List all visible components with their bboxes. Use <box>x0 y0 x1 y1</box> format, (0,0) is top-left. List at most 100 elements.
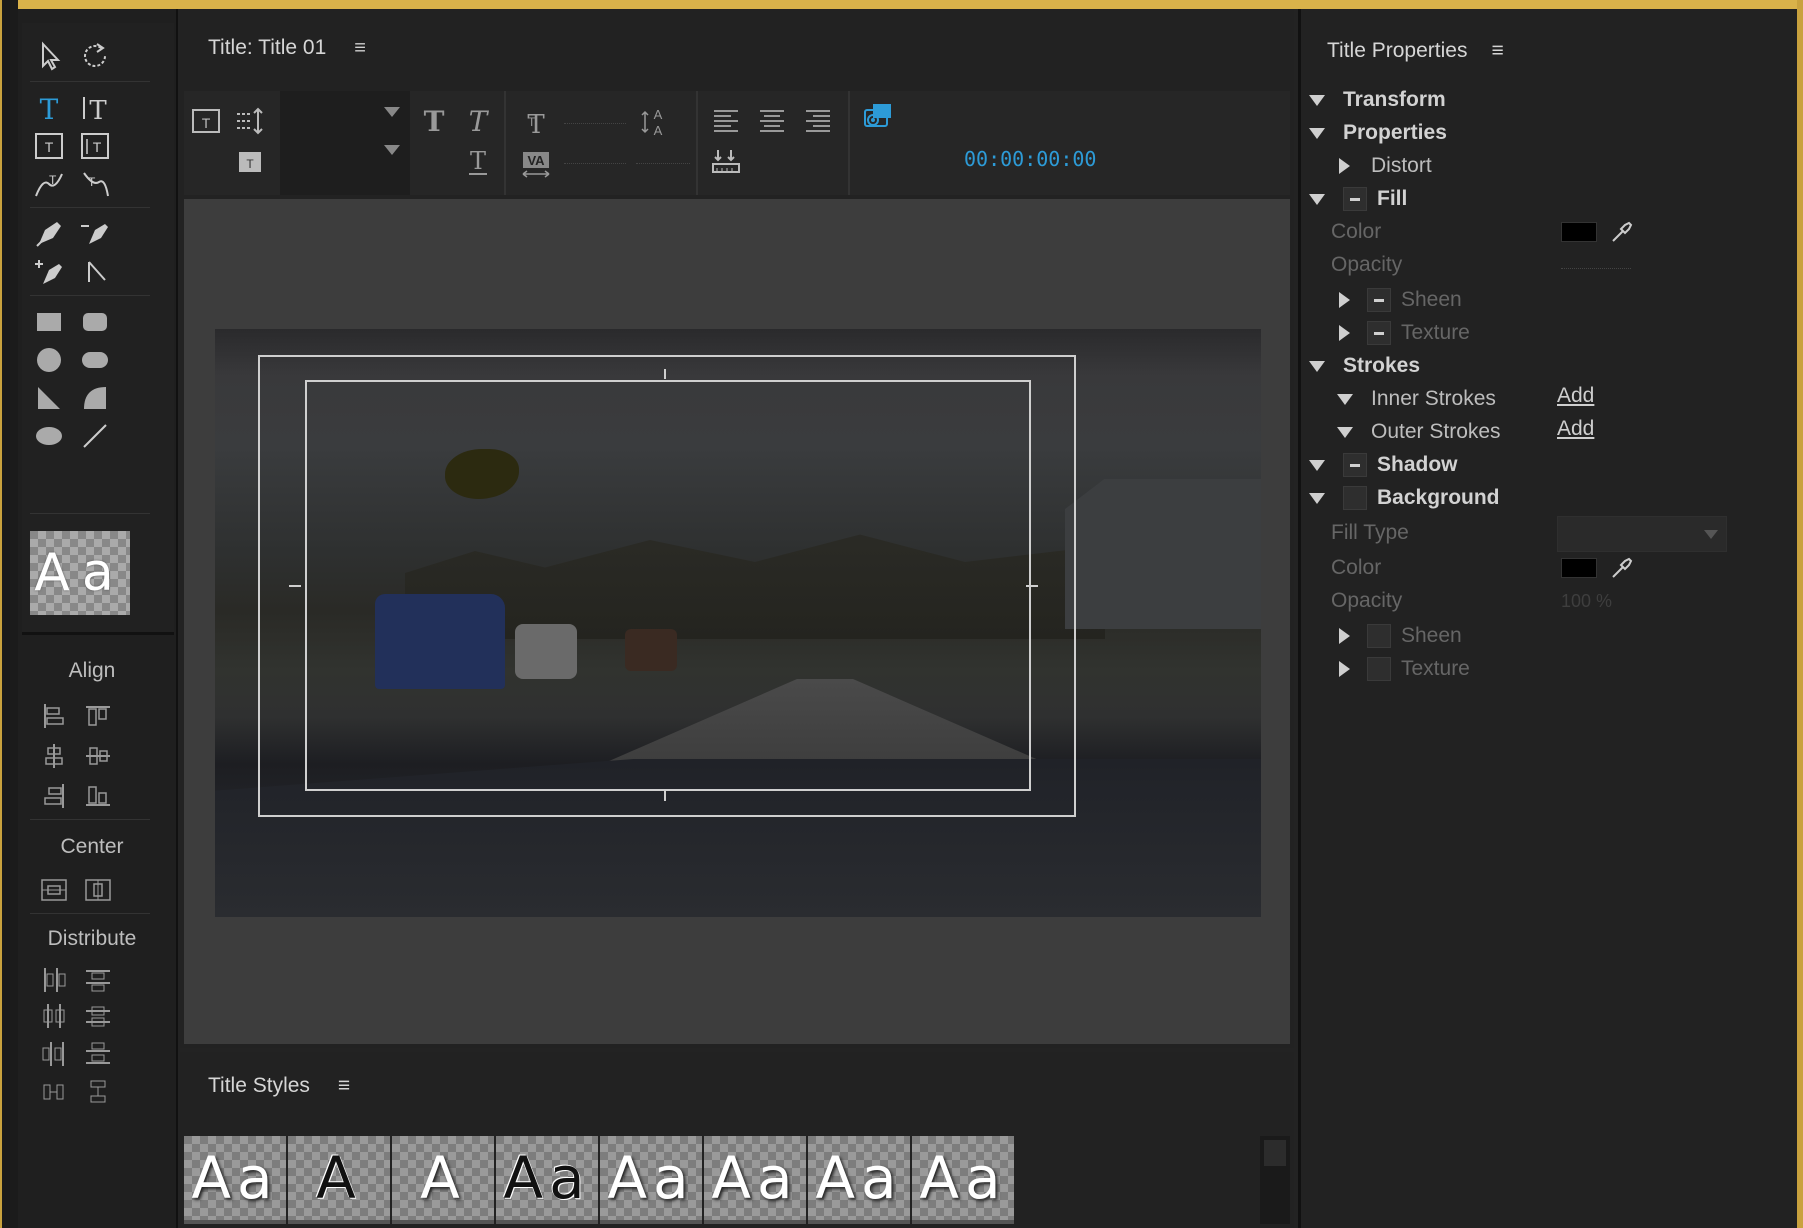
bg-sheen-row[interactable]: Sheen <box>1301 619 1800 653</box>
line-tool-icon[interactable] <box>74 417 116 455</box>
fill-checkbox[interactable] <box>1343 187 1367 211</box>
distribute-horizontal-center-icon[interactable] <box>36 999 72 1033</box>
center-vertical-icon[interactable] <box>80 873 116 907</box>
align-bottom-icon[interactable] <box>80 779 116 813</box>
transform-row[interactable]: Transform <box>1301 83 1800 117</box>
align-horizontal-center-icon[interactable] <box>36 739 72 773</box>
new-title-icon[interactable]: T <box>184 101 228 141</box>
distribute-left-icon[interactable] <box>36 963 72 997</box>
add-inner-stroke-link[interactable]: Add <box>1557 384 1594 408</box>
shadow-checkbox[interactable] <box>1343 453 1367 477</box>
bg-sheen-checkbox[interactable] <box>1367 624 1391 648</box>
add-outer-stroke-link[interactable]: Add <box>1557 417 1594 441</box>
expand-inner-strokes-icon[interactable] <box>1337 394 1353 405</box>
clipped-corner-rectangle-tool-icon[interactable] <box>28 341 70 379</box>
styles-scrollbar[interactable] <box>1260 1136 1290 1224</box>
fill-sheen-row[interactable]: Sheen <box>1301 283 1800 317</box>
type-tool-icon[interactable]: T <box>28 89 70 127</box>
bg-color-swatch[interactable] <box>1561 558 1597 578</box>
bold-icon[interactable]: T <box>412 101 456 141</box>
vertical-area-type-tool-icon[interactable]: T <box>74 127 116 165</box>
background-row[interactable]: Background <box>1301 481 1800 515</box>
expand-fill-sheen-icon[interactable] <box>1339 292 1350 308</box>
font-size-icon[interactable]: TT <box>514 103 558 143</box>
background-timecode[interactable]: 00:00:00:00 <box>964 147 1096 171</box>
bg-eyedropper-icon[interactable] <box>1609 555 1635 581</box>
distribute-top-icon[interactable] <box>80 963 116 997</box>
kerning-icon[interactable]: VA <box>514 143 558 183</box>
title-canvas[interactable] <box>184 199 1290 1044</box>
align-text-center-icon[interactable] <box>750 101 794 141</box>
fill-sheen-checkbox[interactable] <box>1367 288 1391 312</box>
convert-anchor-point-tool-icon[interactable] <box>74 253 116 291</box>
area-type-tool-icon[interactable]: T <box>28 127 70 165</box>
title-panel-menu-icon[interactable]: ≡ <box>354 37 366 60</box>
expand-bg-texture-icon[interactable] <box>1339 661 1350 677</box>
bg-texture-checkbox[interactable] <box>1367 657 1391 681</box>
fill-texture-checkbox[interactable] <box>1367 321 1391 345</box>
expand-fill-icon[interactable] <box>1309 194 1325 205</box>
scrollbar-thumb[interactable] <box>1264 1140 1286 1166</box>
expand-bg-sheen-icon[interactable] <box>1339 628 1350 644</box>
rounded-corner-rectangle-tool-icon[interactable] <box>74 303 116 341</box>
distribute-vertical-center-icon[interactable] <box>80 999 116 1033</box>
fill-texture-row[interactable]: Texture <box>1301 316 1800 350</box>
style-swatch[interactable]: A <box>288 1136 390 1224</box>
distort-row[interactable]: Distort <box>1301 149 1800 183</box>
font-selector-box[interactable] <box>280 91 410 195</box>
ellipse-tool-icon[interactable] <box>28 417 70 455</box>
distribute-right-icon[interactable] <box>36 1037 72 1071</box>
expand-properties-icon[interactable] <box>1309 128 1325 139</box>
selection-tool-icon[interactable] <box>28 37 70 75</box>
outer-strokes-row[interactable]: Outer Strokes Add <box>1301 415 1800 449</box>
vertical-path-type-tool-icon[interactable]: T <box>74 165 116 203</box>
fill-color-swatch[interactable] <box>1561 222 1597 242</box>
distribute-vertical-even-spacing-icon[interactable] <box>80 1075 116 1109</box>
fill-row[interactable]: Fill <box>1301 182 1800 216</box>
leading-icon[interactable]: AA <box>632 99 676 143</box>
shadow-row[interactable]: Shadow <box>1301 448 1800 482</box>
style-swatch[interactable]: Aa <box>496 1136 598 1224</box>
title-properties-menu-icon[interactable]: ≡ <box>1491 39 1503 63</box>
templates-icon[interactable]: T <box>228 141 272 181</box>
vertical-type-tool-icon[interactable]: T <box>74 89 116 127</box>
align-text-right-icon[interactable] <box>796 101 840 141</box>
expand-shadow-icon[interactable] <box>1309 460 1325 471</box>
delete-anchor-point-tool-icon[interactable] <box>74 215 116 253</box>
expand-background-icon[interactable] <box>1309 493 1325 504</box>
underline-icon[interactable]: T <box>456 141 500 181</box>
expand-outer-strokes-icon[interactable] <box>1337 427 1353 438</box>
properties-row[interactable]: Properties <box>1301 116 1800 150</box>
rectangle-tool-icon[interactable] <box>28 303 70 341</box>
inner-strokes-row[interactable]: Inner Strokes Add <box>1301 382 1800 416</box>
distribute-bottom-icon[interactable] <box>80 1037 116 1071</box>
align-top-icon[interactable] <box>80 699 116 733</box>
tab-stops-icon[interactable] <box>704 143 748 183</box>
style-swatch[interactable]: Aa <box>704 1136 806 1224</box>
align-text-left-icon[interactable] <box>704 101 748 141</box>
distribute-horizontal-even-spacing-icon[interactable] <box>36 1075 72 1109</box>
add-anchor-point-tool-icon[interactable] <box>28 253 70 291</box>
wedge-tool-icon[interactable] <box>28 379 70 417</box>
expand-transform-icon[interactable] <box>1309 95 1325 106</box>
strokes-row[interactable]: Strokes <box>1301 349 1800 383</box>
style-swatch[interactable]: Aa <box>808 1136 910 1224</box>
align-left-icon[interactable] <box>36 699 72 733</box>
title-styles-menu-icon[interactable]: ≡ <box>338 1074 350 1098</box>
arc-tool-icon[interactable] <box>74 379 116 417</box>
style-swatch[interactable]: Aa <box>912 1136 1014 1224</box>
style-swatch[interactable]: Aa <box>600 1136 702 1224</box>
bg-fill-type-dropdown[interactable] <box>1557 516 1727 552</box>
fill-eyedropper-icon[interactable] <box>1609 219 1635 245</box>
expand-strokes-icon[interactable] <box>1309 361 1325 372</box>
align-vertical-center-icon[interactable] <box>80 739 116 773</box>
rounded-rectangle-tool-icon[interactable] <box>74 341 116 379</box>
background-checkbox[interactable] <box>1343 486 1367 510</box>
style-swatch[interactable]: Aa <box>184 1136 286 1224</box>
rotation-tool-icon[interactable] <box>74 37 116 75</box>
center-horizontal-icon[interactable] <box>36 873 72 907</box>
roll-crawl-options-icon[interactable] <box>228 101 272 141</box>
style-swatch[interactable]: A <box>392 1136 494 1224</box>
bg-opacity-value[interactable]: 100 % <box>1561 591 1612 612</box>
pen-tool-icon[interactable] <box>28 215 70 253</box>
